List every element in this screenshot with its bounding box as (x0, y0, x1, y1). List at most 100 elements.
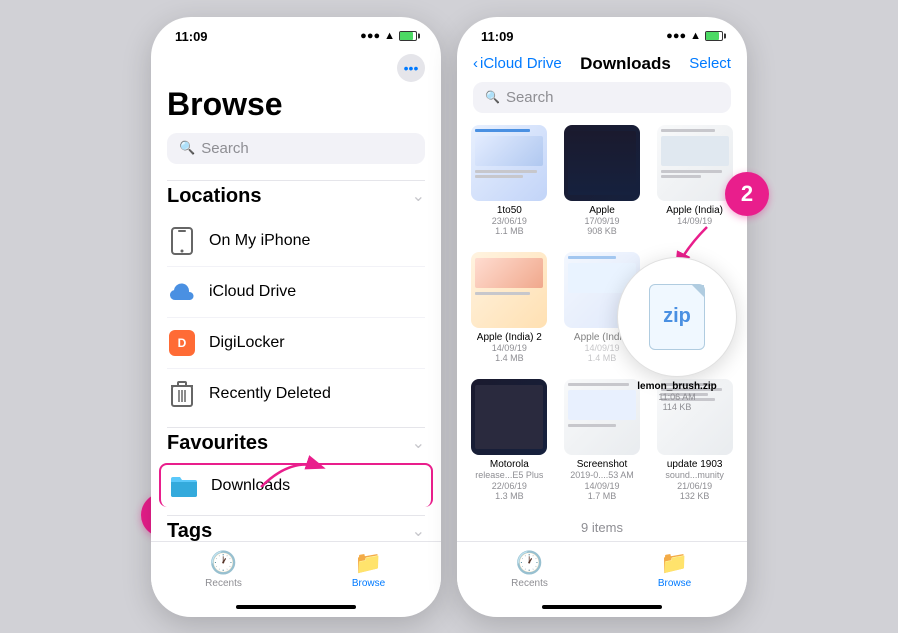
locations-section: Locations ⌄ On My iPhone iCloud Drive (151, 180, 441, 419)
right-wifi-icon: ▲ (690, 30, 701, 42)
left-recents-label: Recents (205, 578, 242, 589)
file-apple-india-2[interactable]: Apple (India) 2 14/09/19 1.4 MB (467, 252, 552, 371)
locations-chevron: ⌄ (412, 186, 425, 206)
icloud-icon (167, 277, 197, 307)
file-motorola[interactable]: Motorolarelease...E5 Plus 22/06/19 1.3 M… (467, 379, 552, 509)
favourites-section: Favourites ⌄ Downloads (151, 427, 441, 507)
file-apple-thumb (564, 125, 640, 201)
on-my-iphone-item[interactable]: On My iPhone (167, 216, 425, 267)
on-my-iphone-label: On My iPhone (209, 232, 310, 250)
left-browse-label: Browse (352, 578, 385, 589)
right-status-bar: 11:09 ●●● ▲ (457, 17, 747, 48)
file-update1903-date: 21/06/19 (677, 481, 712, 491)
file-update1903-name: update 1903sound...munity (665, 459, 724, 481)
file-1to50-date: 23/06/19 (492, 216, 527, 226)
left-tab-browse[interactable]: 📁 Browse (296, 550, 441, 589)
file-apple-size: 908 KB (587, 226, 617, 236)
tags-section: Tags ⌄ Red Orange Yellow Green (151, 515, 441, 541)
right-status-icons: ●●● ▲ (666, 30, 723, 42)
browse-icon: 📁 (355, 550, 382, 576)
file-apple-india[interactable]: Apple (India) 14/09/19 (652, 125, 737, 244)
digilocker-item[interactable]: D DigiLocker (167, 318, 425, 369)
signal-icon: ●●● (360, 30, 380, 42)
right-time: 11:09 (481, 29, 514, 44)
downloads-nav-bar: ‹ iCloud Drive Downloads Select (457, 48, 747, 82)
file-apple-india-name: Apple (India) (666, 205, 723, 216)
left-tab-recents[interactable]: 🕐 Recents (151, 550, 296, 589)
back-label: iCloud Drive (480, 55, 562, 72)
downloads-item[interactable]: Downloads (159, 463, 433, 507)
search-icon: 🔍 (179, 140, 195, 156)
file-1to50-name: 1to50 (497, 205, 522, 216)
digilocker-icon: D (167, 328, 197, 358)
left-search-bar[interactable]: 🔍 Search (167, 133, 425, 164)
right-phone: 11:09 ●●● ▲ ‹ iCloud Drive Downloads Sel… (457, 17, 747, 617)
left-status-bar: 11:09 ●●● ▲ (151, 17, 441, 48)
downloads-folder-icon (169, 471, 199, 501)
favourites-header: Favourites ⌄ (167, 427, 425, 463)
badge-2: 2 (725, 172, 769, 216)
left-phone: 11:09 ●●● ▲ ••• Browse 🔍 Search (151, 17, 441, 617)
right-home-indicator (542, 605, 662, 609)
right-browse-icon: 📁 (661, 550, 688, 576)
back-chevron: ‹ (473, 55, 478, 72)
file-motorola-thumb (471, 379, 547, 455)
zip-filename: lemon_brush.zip (637, 381, 716, 392)
tags-chevron: ⌄ (412, 521, 425, 541)
file-apple-india-2-thumb (471, 252, 547, 328)
file-apple-india-3-date: 14/09/19 (584, 343, 619, 353)
browse-title: Browse (151, 82, 441, 133)
right-battery-icon (705, 31, 723, 41)
zip-size: 114 KB (663, 402, 692, 412)
file-screenshot-date: 14/09/19 (584, 481, 619, 491)
trash-icon (167, 379, 197, 409)
left-tab-bar: 🕐 Recents 📁 Browse (151, 541, 441, 601)
right-search-bar[interactable]: 🔍 Search (473, 82, 731, 113)
recents-icon: 🕐 (210, 550, 237, 576)
recently-deleted-label: Recently Deleted (209, 385, 331, 403)
recently-deleted-item[interactable]: Recently Deleted (167, 369, 425, 419)
downloads-title: Downloads (580, 54, 671, 74)
right-tab-recents[interactable]: 🕐 Recents (457, 550, 602, 589)
right-search-icon: 🔍 (485, 90, 500, 104)
right-tab-bar: 🕐 Recents 📁 Browse (457, 541, 747, 601)
locations-header: Locations ⌄ (167, 180, 425, 216)
file-1to50[interactable]: 1to50 23/06/19 1.1 MB (467, 125, 552, 244)
file-apple-india-2-date: 14/09/19 (492, 343, 527, 353)
file-1to50-thumb (471, 125, 547, 201)
file-apple-india-date: 14/09/19 (677, 216, 712, 226)
file-1to50-size: 1.1 MB (495, 226, 524, 236)
file-motorola-name: Motorolarelease...E5 Plus (475, 459, 543, 481)
left-time: 11:09 (175, 29, 208, 44)
ellipsis-button[interactable]: ••• (397, 54, 425, 82)
file-motorola-size: 1.3 MB (495, 491, 524, 501)
downloads-label: Downloads (211, 477, 290, 495)
zip-circle: zip (617, 257, 737, 377)
right-recents-label: Recents (511, 578, 548, 589)
icloud-drive-label: iCloud Drive (209, 283, 296, 301)
left-phone-content: ••• Browse 🔍 Search Locations ⌄ (151, 48, 441, 541)
digilocker-label: DigiLocker (209, 334, 285, 352)
file-screenshot-size: 1.7 MB (588, 491, 617, 501)
zip-time: 11:06 AM (658, 392, 695, 402)
left-search-placeholder: Search (201, 140, 249, 157)
file-apple-name: Apple (589, 205, 615, 216)
select-button[interactable]: Select (689, 55, 731, 72)
zip-file-icon: zip (649, 284, 705, 350)
tags-title: Tags (167, 520, 212, 541)
left-home-indicator (236, 605, 356, 609)
file-apple[interactable]: Apple 17/09/19 908 KB (560, 125, 645, 244)
file-update1903-size: 132 KB (680, 491, 710, 501)
wifi-icon: ▲ (384, 30, 395, 42)
file-apple-india-3-size: 1.4 MB (588, 353, 617, 363)
back-button[interactable]: ‹ iCloud Drive (473, 55, 562, 72)
file-apple-india-2-name: Apple (India) 2 (477, 332, 542, 343)
file-screenshot-name: Screenshot2019-0....53 AM (570, 459, 634, 481)
left-status-icons: ●●● ▲ (360, 30, 417, 42)
file-apple-india-thumb (657, 125, 733, 201)
right-tab-browse[interactable]: 📁 Browse (602, 550, 747, 589)
icloud-drive-item[interactable]: iCloud Drive (167, 267, 425, 318)
main-container: 1 11:09 ●●● ▲ ••• Browse (151, 17, 747, 617)
right-search-placeholder: Search (506, 89, 554, 106)
browse-header: ••• (151, 48, 441, 82)
